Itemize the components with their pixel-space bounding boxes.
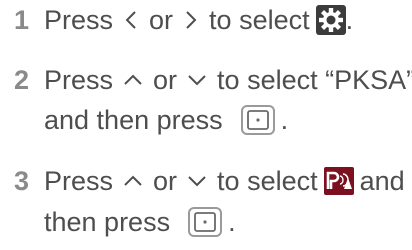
punctuation: . (280, 105, 289, 135)
step-3: 3 Press or to select and (14, 163, 405, 199)
enter-button-icon (240, 105, 275, 135)
instruction-text: or (153, 65, 178, 95)
chevron-down-icon (186, 68, 208, 92)
punctuation: . (228, 207, 236, 237)
chevron-up-icon (122, 169, 144, 193)
step-3-continuation: then press . (44, 204, 236, 240)
pksa-icon (323, 167, 354, 195)
step-2: 2 Press or to select “PKSA” (14, 62, 412, 98)
instruction-text: and (359, 166, 405, 196)
step-1: 1 Press or to select . (14, 2, 353, 38)
settings-gear-icon (315, 5, 346, 35)
instruction-text: Press (44, 5, 114, 35)
step-number: 3 (14, 166, 30, 196)
instruction-text: then press (44, 207, 171, 237)
chevron-down-icon (186, 169, 208, 193)
instruction-text: Press (44, 65, 114, 95)
instruction-text: Press (44, 166, 114, 196)
instruction-text: to select “PKSA” (217, 65, 412, 95)
instruction-text: and then press (44, 105, 223, 135)
instruction-text: to select (209, 5, 310, 35)
instruction-text: to select (217, 166, 318, 196)
chevron-left-icon (122, 8, 140, 32)
punctuation: . (345, 5, 354, 35)
chevron-up-icon (122, 68, 144, 92)
step-2-continuation: and then press . (44, 102, 288, 138)
instruction-text: or (149, 5, 174, 35)
step-number: 1 (14, 5, 30, 35)
step-number: 2 (14, 65, 30, 95)
chevron-right-icon (182, 8, 200, 32)
enter-button-icon (188, 207, 223, 237)
instruction-text: or (153, 166, 178, 196)
